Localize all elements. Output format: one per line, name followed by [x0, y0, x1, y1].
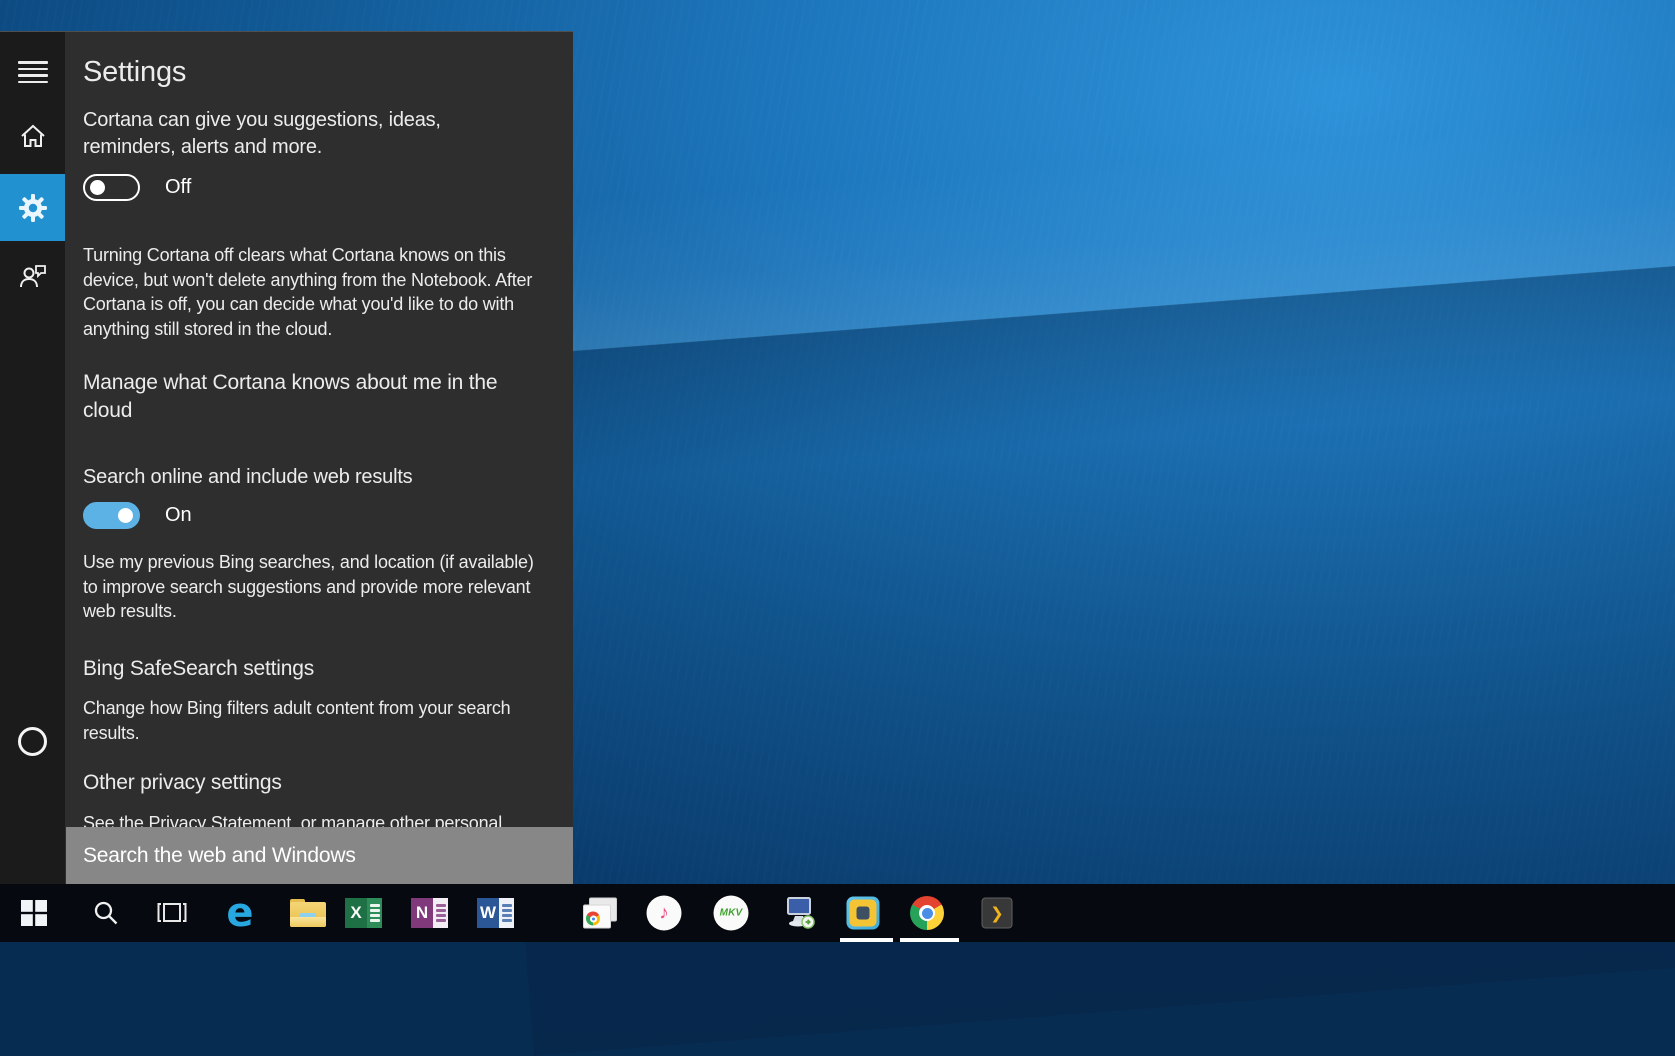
cortana-description: Cortana can give you suggestions, ideas,… [83, 107, 503, 161]
taskbar-search-input[interactable]: Search the web and Windows [66, 827, 573, 884]
makemkv-button[interactable]: MKV [714, 896, 749, 931]
sidebar-item-home[interactable] [0, 118, 65, 154]
cortana-off-note: Turning Cortana off clears what Cortana … [83, 243, 545, 341]
itunes-button[interactable]: ♪ [647, 896, 682, 931]
bing-safesearch-link[interactable]: Bing SafeSearch settings [83, 657, 523, 681]
sidebar-item-feedback[interactable] [0, 258, 65, 294]
cortana-sidebar [0, 32, 65, 884]
cortana-toggle[interactable] [83, 174, 140, 201]
vmware-button[interactable] [847, 897, 880, 930]
chrome-button[interactable] [910, 896, 944, 930]
arrow-app-icon: ❯ [982, 898, 1013, 929]
excel-icon: X [345, 898, 383, 928]
start-button[interactable] [21, 900, 47, 926]
file-explorer-button[interactable] [290, 899, 326, 927]
chrome-icon [910, 896, 944, 930]
cortana-settings-panel: Settings Cortana can give you suggestion… [0, 31, 573, 884]
word-icon: W [477, 898, 515, 928]
search-icon [93, 900, 120, 927]
hamburger-menu-icon [18, 61, 48, 83]
bing-safesearch-note: Change how Bing filters adult content fr… [83, 696, 553, 745]
cortana-toggle-state: Off [165, 176, 191, 199]
settings-content: Settings Cortana can give you suggestion… [65, 32, 573, 884]
web-results-label: Search online and include web results [83, 466, 523, 489]
search-placeholder: Search the web and Windows [83, 844, 356, 868]
taskbar-search-button[interactable] [93, 900, 120, 927]
itunes-icon: ♪ [647, 896, 682, 931]
computer-icon [783, 897, 817, 929]
task-view-icon [157, 901, 187, 925]
vmware-running-indicator [840, 938, 893, 942]
arrow-app-button[interactable]: ❯ [982, 898, 1013, 929]
word-button[interactable]: W [477, 898, 515, 928]
onenote-button[interactable]: N [411, 898, 449, 928]
photos-icon [583, 898, 617, 929]
task-view-button[interactable] [157, 901, 187, 925]
web-results-toggle-state: On [165, 504, 192, 527]
sidebar-item-cortana[interactable] [0, 726, 65, 756]
gear-icon [18, 193, 48, 223]
onenote-icon: N [411, 898, 449, 928]
home-icon [19, 123, 47, 149]
sidebar-item-settings[interactable] [0, 174, 65, 241]
file-explorer-icon [290, 899, 326, 927]
sidebar-item-menu[interactable] [0, 54, 65, 90]
photos-button[interactable] [583, 898, 617, 929]
page-title: Settings [83, 56, 186, 89]
windows-logo-icon [21, 900, 47, 926]
other-privacy-link[interactable]: Other privacy settings [83, 771, 523, 795]
web-results-toggle[interactable] [83, 502, 140, 529]
taskbar: e X N W ♪ MKV [0, 884, 1675, 942]
computer-button[interactable] [783, 897, 817, 929]
chrome-running-indicator [900, 938, 959, 942]
cortana-toggle-row: Off [83, 174, 191, 201]
feedback-person-icon [19, 263, 47, 289]
excel-button[interactable]: X [345, 898, 383, 928]
manage-cortana-link[interactable]: Manage what Cortana knows about me in th… [83, 369, 523, 425]
vmware-icon [847, 897, 880, 930]
cortana-circle-icon [18, 727, 47, 756]
edge-button[interactable]: e [226, 893, 253, 933]
web-results-toggle-row: On [83, 502, 192, 529]
edge-icon: e [226, 893, 253, 933]
toggle-knob [118, 508, 133, 523]
toggle-knob [90, 180, 105, 195]
mini-chrome-badge [586, 912, 600, 926]
web-results-note: Use my previous Bing searches, and locat… [83, 550, 538, 624]
makemkv-icon: MKV [714, 896, 749, 931]
